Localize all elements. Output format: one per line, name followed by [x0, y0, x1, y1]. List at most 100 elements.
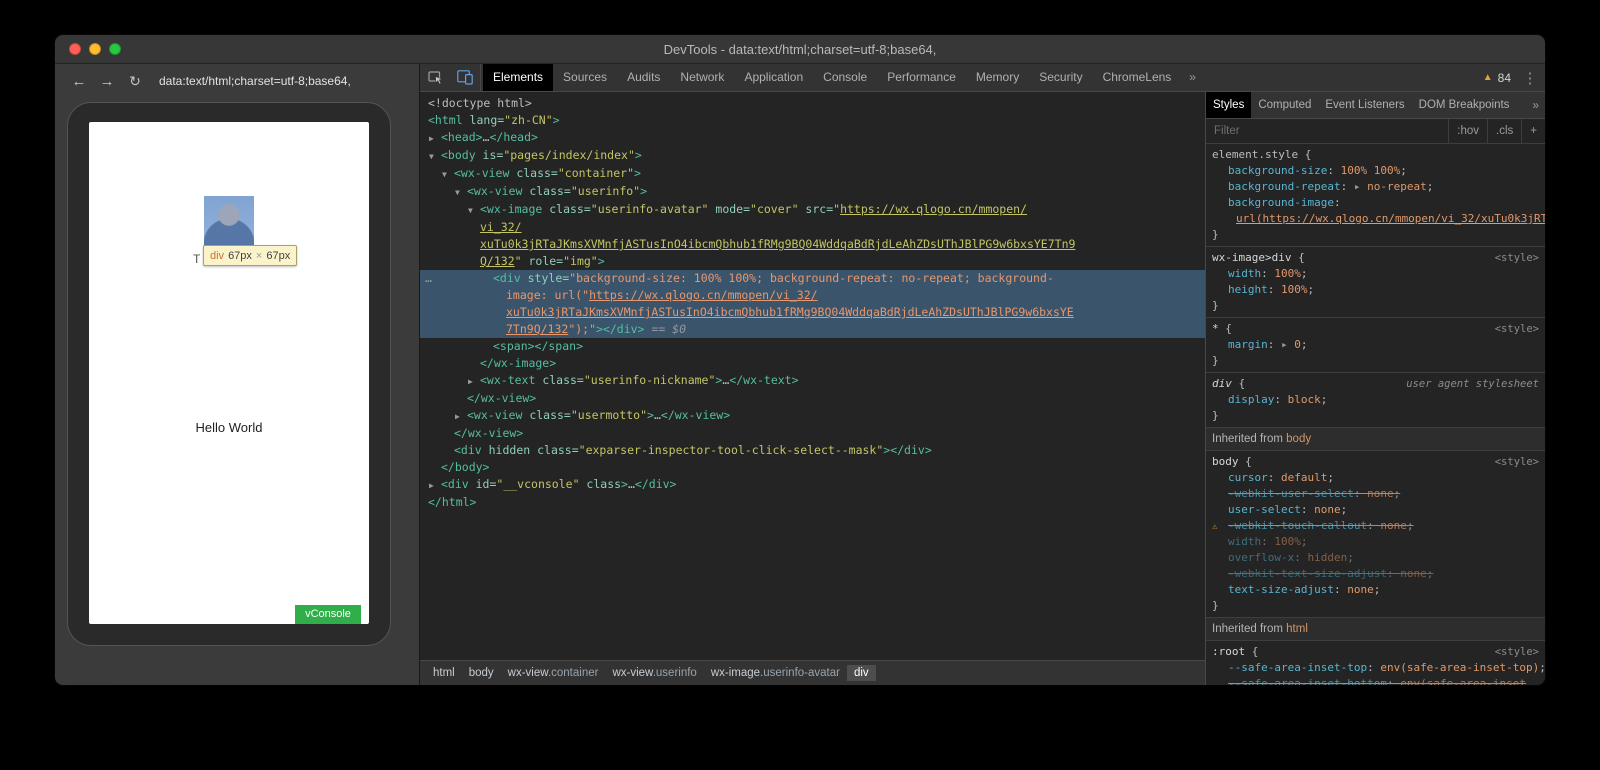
device-toolbar-button[interactable] [450, 64, 480, 91]
disclosure-arrow-icon[interactable]: ▶ [429, 477, 441, 494]
css-property[interactable]: -webkit-user-select: none; [1206, 486, 1545, 502]
breadcrumb-item[interactable]: wx-image.userinfo-avatar [704, 665, 847, 681]
tab-elements[interactable]: Elements [483, 64, 553, 91]
css-property[interactable]: margin: ▸ 0; [1206, 337, 1545, 353]
dom-node-line[interactable]: <html lang="zh-CN"> [420, 112, 1205, 129]
stylesheet-origin-link[interactable]: user agent stylesheet [1406, 376, 1539, 392]
css-property[interactable]: text-size-adjust: none; [1206, 582, 1545, 598]
toggle-element-state-button[interactable]: :hov [1448, 119, 1487, 143]
css-property[interactable]: --safe-area-inset-bottom: env(safe-area-… [1206, 676, 1545, 685]
more-sidebar-tabs-button[interactable]: » [1526, 92, 1545, 118]
css-property[interactable]: width: 100%; [1206, 534, 1545, 550]
disclosure-arrow-icon[interactable]: ▼ [455, 184, 467, 201]
sidebar-tab-event-listeners[interactable]: Event Listeners [1318, 92, 1411, 118]
css-property[interactable]: height: 100%; [1206, 282, 1545, 298]
dom-node-line[interactable]: ▼<wx-view class="container"> [420, 165, 1205, 183]
dom-node-line[interactable]: ▼<wx-image class="userinfo-avatar" mode=… [420, 201, 1205, 219]
dom-node-line[interactable]: </body> [420, 459, 1205, 476]
dom-node-line[interactable]: ▶<wx-view class="usermotto">…</wx-view> [420, 407, 1205, 425]
dom-node-line[interactable]: <div hidden class="exparser-inspector-to… [420, 442, 1205, 459]
dom-node-line[interactable]: vi_32/ [420, 219, 1205, 236]
tab-memory[interactable]: Memory [966, 64, 1029, 91]
more-tabs-button[interactable]: » [1181, 64, 1204, 91]
tab-application[interactable]: Application [734, 64, 813, 91]
dom-node-line[interactable]: ▶<wx-text class="userinfo-nickname">…</w… [420, 372, 1205, 390]
dom-node-line[interactable]: ▶<div id="__vconsole" class>…</div> [420, 476, 1205, 494]
dom-node-line[interactable]: Q/132" role="img"> [420, 253, 1205, 270]
new-style-rule-button[interactable]: + [1521, 119, 1545, 143]
dom-node-line[interactable]: 7Tn9Q/132");"></div> == $0 [420, 321, 1205, 338]
reload-button[interactable]: ↻ [123, 73, 147, 90]
css-property[interactable]: overflow-x: hidden; [1206, 550, 1545, 566]
menu-button[interactable]: ⋮ [1519, 69, 1541, 87]
stylesheet-origin-link[interactable]: <style> [1495, 250, 1539, 266]
css-property[interactable]: -webkit-text-size-adjust: none; [1206, 566, 1545, 582]
css-property[interactable]: width: 100%; [1206, 266, 1545, 282]
dom-node-line[interactable]: xuTu0k3jRTaJKmsXVMnfjASTusInO4ibcmQbhub1… [420, 304, 1205, 321]
rule-selector-line[interactable]: element.style { [1206, 147, 1545, 163]
dom-node-line[interactable]: <!doctype html> [420, 95, 1205, 112]
tab-chromelens[interactable]: ChromeLens [1093, 64, 1182, 91]
tab-security[interactable]: Security [1029, 64, 1092, 91]
stylesheet-origin-link[interactable]: <style> [1495, 454, 1539, 470]
warnings-badge[interactable]: ▲ 84 [1475, 71, 1519, 85]
dom-node-line[interactable]: </wx-image> [420, 355, 1205, 372]
expand-value-icon[interactable]: ▸ [1354, 180, 1367, 193]
css-property[interactable]: ⚠-webkit-touch-callout: none; [1206, 518, 1545, 534]
node-link[interactable]: html [1286, 623, 1308, 635]
tab-console[interactable]: Console [813, 64, 877, 91]
inspect-element-button[interactable] [420, 64, 450, 91]
node-link[interactable]: body [1286, 433, 1311, 445]
dom-node-line[interactable]: ▼<wx-view class="userinfo"> [420, 183, 1205, 201]
css-property[interactable]: user-select: none; [1206, 502, 1545, 518]
dom-node-line[interactable]: image: url("https://wx.qlogo.cn/mmopen/v… [420, 287, 1205, 304]
dom-node-line[interactable]: </wx-view> [420, 390, 1205, 407]
disclosure-arrow-icon[interactable]: ▶ [429, 130, 441, 147]
disclosure-arrow-icon[interactable]: ▼ [429, 148, 441, 165]
css-property[interactable]: display: block; [1206, 392, 1545, 408]
address-bar[interactable]: data:text/html;charset=utf-8;base64, [159, 74, 351, 88]
css-property[interactable]: background-repeat: ▸ no-repeat; [1206, 179, 1545, 195]
styles-filter-input[interactable]: Filter [1206, 119, 1448, 143]
expand-value-icon[interactable]: ▸ [1281, 338, 1294, 351]
vconsole-button[interactable]: vConsole [295, 605, 361, 624]
stylesheet-origin-link[interactable]: <style> [1495, 644, 1539, 660]
css-property[interactable]: background-image: [1206, 195, 1545, 211]
syntax-token: mode= [708, 202, 750, 216]
dom-node-line[interactable]: …<div style="background-size: 100% 100%;… [420, 270, 1205, 287]
breadcrumb-item[interactable]: body [462, 665, 501, 681]
disclosure-arrow-icon[interactable]: ▼ [442, 166, 454, 183]
css-property[interactable]: --safe-area-inset-top: env(safe-area-ins… [1206, 660, 1545, 676]
disclosure-arrow-icon[interactable]: ▶ [468, 373, 480, 390]
element-classes-button[interactable]: .cls [1487, 119, 1521, 143]
css-property-value-line[interactable]: url(https://wx.qlogo.cn/mmopen/vi_32/xuT… [1206, 211, 1545, 227]
dom-node-line[interactable]: xuTu0k3jRTaJKmsXVMnfjASTusInO4ibcmQbhub1… [420, 236, 1205, 253]
tab-performance[interactable]: Performance [877, 64, 966, 91]
breadcrumb-item[interactable]: div [847, 665, 876, 681]
styles-rules-list[interactable]: element.style {background-size: 100% 100… [1206, 144, 1545, 685]
css-property[interactable]: background-size: 100% 100%; [1206, 163, 1545, 179]
disclosure-arrow-icon[interactable]: ▼ [468, 202, 480, 219]
tab-audits[interactable]: Audits [617, 64, 670, 91]
dom-node-line[interactable]: ▶<head>…</head> [420, 129, 1205, 147]
dom-node-line[interactable]: </html> [420, 494, 1205, 511]
disclosure-arrow-icon[interactable]: ▶ [455, 408, 467, 425]
tab-sources[interactable]: Sources [553, 64, 617, 91]
tab-network[interactable]: Network [670, 64, 734, 91]
overflow-dots-icon[interactable]: … [425, 270, 432, 287]
breadcrumb-item[interactable]: html [426, 665, 462, 681]
avatar-image[interactable] [204, 196, 254, 246]
forward-button[interactable]: → [95, 73, 119, 90]
sidebar-tab-computed[interactable]: Computed [1251, 92, 1318, 118]
dom-node-line[interactable]: ▼<body is="pages/index/index"> [420, 147, 1205, 165]
stylesheet-origin-link[interactable]: <style> [1495, 321, 1539, 337]
sidebar-tab-dom-breakpoints[interactable]: DOM Breakpoints [1412, 92, 1517, 118]
breadcrumb-item[interactable]: wx-view.userinfo [605, 665, 703, 681]
breadcrumb-item[interactable]: wx-view.container [501, 665, 606, 681]
sidebar-tab-styles[interactable]: Styles [1206, 92, 1251, 118]
css-property[interactable]: cursor: default; [1206, 470, 1545, 486]
dom-node-line[interactable]: </wx-view> [420, 425, 1205, 442]
back-button[interactable]: ← [67, 73, 91, 90]
dom-node-line[interactable]: <span></span> [420, 338, 1205, 355]
dom-tree[interactable]: <!doctype html><html lang="zh-CN">▶<head… [420, 92, 1205, 660]
